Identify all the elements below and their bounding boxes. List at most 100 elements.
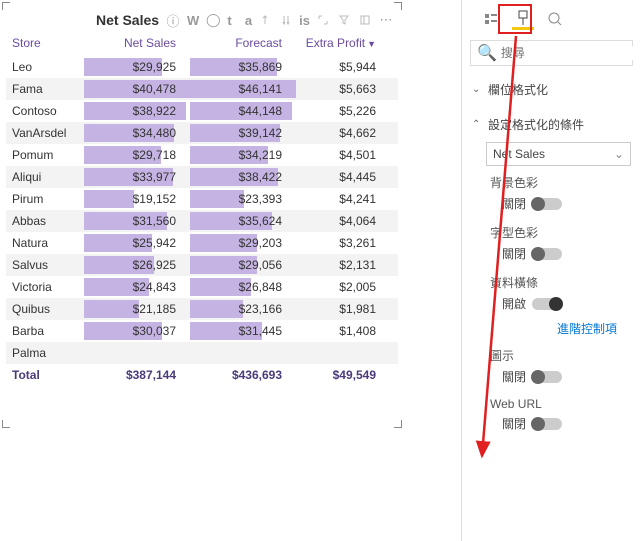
table-row[interactable]: Natura$25,942$29,203$3,261	[6, 232, 398, 254]
cell-netsales: $29,718	[84, 145, 190, 165]
cell-netsales: $30,037	[84, 321, 190, 341]
cell-store: Leo	[12, 60, 84, 74]
cell-forecast: $29,203	[190, 233, 296, 253]
cell-store: Victoria	[12, 280, 84, 294]
web-url-label: Web URL	[472, 393, 631, 413]
col-header-extraprofit[interactable]: Extra Profit▼	[296, 36, 376, 50]
matrix-visual[interactable]: Net Sales ⓘ W ◯ t a is ⋯ Store Net Sales…	[6, 6, 398, 424]
resize-handle-top-right[interactable]	[394, 2, 402, 10]
cell-netsales: $21,185	[84, 299, 190, 319]
section-conditional-formatting[interactable]: ⌃ 設定格式化的條件	[472, 113, 631, 136]
icon-label: 圖示	[472, 343, 631, 366]
advanced-controls-link[interactable]: 進階控制項	[472, 320, 631, 343]
table-row[interactable]: Leo$29,925$35,869$5,944	[6, 56, 398, 78]
web-url-toggle[interactable]	[532, 418, 562, 430]
table-row[interactable]: Contoso$38,922$44,148$5,226	[6, 100, 398, 122]
col-header-store[interactable]: Store	[12, 36, 84, 50]
pane-tabs	[462, 6, 641, 34]
resize-handle-top-left[interactable]	[2, 2, 10, 10]
table-row[interactable]: Palma	[6, 342, 398, 364]
visual-title: Net Sales	[10, 12, 159, 28]
bg-color-label: 背景色彩	[472, 170, 631, 193]
cell-extraprofit: $2,005	[296, 280, 376, 294]
expand-icon[interactable]	[315, 12, 331, 28]
drill-up-icon[interactable]	[257, 12, 273, 28]
table-row[interactable]: Fama$40,478$46,141$5,663	[6, 78, 398, 100]
chevron-up-icon: ⌃	[472, 119, 482, 130]
cell-netsales	[84, 343, 190, 363]
table-header-row: Store Net Sales Forecast Extra Profit▼	[6, 34, 398, 56]
cell-store: Contoso	[12, 104, 84, 118]
icon-toggle-label: 關閉	[502, 368, 526, 385]
resize-handle-bottom-right[interactable]	[394, 420, 402, 428]
drill-down-icon[interactable]	[278, 12, 294, 28]
cell-forecast	[190, 343, 296, 363]
chevron-down-icon: ⌄	[472, 84, 482, 95]
cell-extraprofit: $4,662	[296, 126, 376, 140]
section-field-formatting[interactable]: ⌄ 欄位格式化	[472, 78, 631, 101]
total-forecast: $436,693	[190, 368, 296, 382]
cell-store: Fama	[12, 82, 84, 96]
cell-forecast: $44,148	[190, 101, 296, 121]
cell-netsales: $40,478	[84, 79, 190, 99]
resize-handle-bottom-left[interactable]	[2, 420, 10, 428]
filter-icon[interactable]	[336, 12, 352, 28]
cell-store: Salvus	[12, 258, 84, 272]
cell-extraprofit: $1,408	[296, 324, 376, 338]
cell-netsales: $31,560	[84, 211, 190, 231]
col-header-forecast[interactable]: Forecast	[190, 36, 296, 50]
cell-store: Palma	[12, 346, 84, 360]
col-header-netsales[interactable]: Net Sales	[84, 36, 190, 50]
tool-text-w: W	[187, 13, 199, 28]
table-row[interactable]: Aliqui$33,977$38,422$4,445	[6, 166, 398, 188]
cell-extraprofit: $5,663	[296, 82, 376, 96]
tool-text-a: a	[245, 13, 252, 28]
cell-netsales: $25,942	[84, 233, 190, 253]
bg-color-toggle[interactable]	[532, 198, 562, 210]
cell-netsales: $34,480	[84, 123, 190, 143]
table-row[interactable]: VanArsdel$34,480$39,142$4,662	[6, 122, 398, 144]
focus-icon[interactable]	[357, 12, 373, 28]
field-dropdown[interactable]: Net Sales ⌄	[486, 142, 631, 166]
cell-store: Natura	[12, 236, 84, 250]
table-row[interactable]: Victoria$24,843$26,848$2,005	[6, 276, 398, 298]
search-box[interactable]: 🔍	[470, 40, 633, 66]
fields-tab-icon[interactable]	[480, 8, 502, 30]
font-color-label: 字型色彩	[472, 220, 631, 243]
font-color-toggle[interactable]	[532, 248, 562, 260]
more-icon[interactable]: ⋯	[378, 12, 394, 28]
format-tab-icon[interactable]	[512, 8, 534, 30]
info-icon[interactable]: ⓘ	[165, 12, 181, 28]
cell-netsales: $24,843	[84, 277, 190, 297]
data-bar-toggle[interactable]	[532, 298, 562, 310]
cell-extraprofit: $5,226	[296, 104, 376, 118]
cell-forecast: $23,166	[190, 299, 296, 319]
cell-forecast: $26,848	[190, 277, 296, 297]
icon-toggle[interactable]	[532, 371, 562, 383]
cell-forecast: $35,869	[190, 57, 296, 77]
table-row[interactable]: Barba$30,037$31,445$1,408	[6, 320, 398, 342]
table-row[interactable]: Pomum$29,718$34,219$4,501	[6, 144, 398, 166]
chevron-down-icon: ⌄	[614, 147, 624, 161]
cell-forecast: $29,056	[190, 255, 296, 275]
cell-extraprofit: $4,501	[296, 148, 376, 162]
cell-netsales: $33,977	[84, 167, 190, 187]
cell-netsales: $38,922	[84, 101, 190, 121]
format-pane: 🔍 ⌄ 欄位格式化 ⌃ 設定格式化的條件 Net Sales ⌄ 背景色彩 關閉…	[461, 0, 641, 541]
cell-store: Barba	[12, 324, 84, 338]
table-row[interactable]: Quibus$21,185$23,166$1,981	[6, 298, 398, 320]
cell-store: Pomum	[12, 148, 84, 162]
search-icon: 🔍	[477, 43, 497, 63]
cell-extraprofit: $5,944	[296, 60, 376, 74]
table-row[interactable]: Salvus$26,925$29,056$2,131	[6, 254, 398, 276]
analytics-tab-icon[interactable]	[544, 8, 566, 30]
search-input[interactable]	[501, 46, 641, 60]
data-bar-label: 資料橫條	[472, 270, 631, 293]
sort-desc-icon: ▼	[367, 39, 376, 49]
comment-icon[interactable]: ◯	[205, 12, 221, 28]
table-row[interactable]: Pirum$19,152$23,393$4,241	[6, 188, 398, 210]
cell-store: Quibus	[12, 302, 84, 316]
cell-netsales: $29,925	[84, 57, 190, 77]
cell-store: Pirum	[12, 192, 84, 206]
table-row[interactable]: Abbas$31,560$35,624$4,064	[6, 210, 398, 232]
